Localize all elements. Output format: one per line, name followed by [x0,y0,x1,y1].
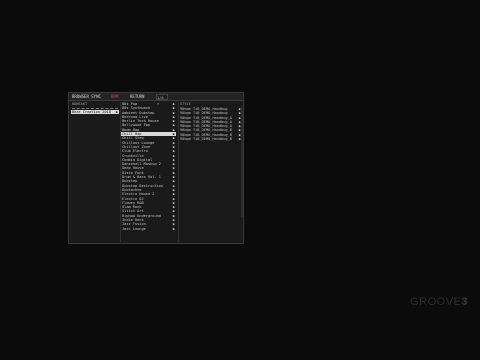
category-item-label: Beat Creation 2018 [72,110,111,114]
browser-toolbar: BROWSER SYNC BPM RETURN 1/8 ▾ [69,93,243,106]
chevron-right-icon: ▶ [115,110,118,114]
watermark-num: 3 [461,296,468,308]
scrollbar[interactable] [241,107,243,217]
tab-bpm[interactable]: BPM [110,94,119,100]
quantize-dropdown[interactable]: 1/8 ▾ [156,94,168,106]
kit-item[interactable]: Jazz Lounge ▶ [121,227,176,231]
chevron-right-icon: ▶ [172,226,175,231]
kit-item-label: Jazz Lounge [122,226,146,231]
divider [72,107,118,109]
pattern-list-column[interactable]: STYLE 90bpm TiB_DEMO_Handbug ▶ 90bpm TiB_D… [178,102,242,242]
watermark-logo: GROOVE3 [410,296,468,308]
category-column: KONTAKT Beat Creation 2018 ▶ [71,102,119,242]
category-item[interactable]: Beat Creation 2018 ▶ [71,110,119,115]
tab-browser-sync[interactable]: BROWSER SYNC [71,94,102,100]
pattern-item[interactable]: 90bpm TiB_DEMO_Handbug_B ▶ [179,137,242,141]
pattern-item-label: 90bpm TiB_DEMO_Handbug_B [180,137,232,142]
watermark-word: GROOVE [410,296,462,308]
video-frame: BROWSER SYNC BPM RETURN 1/8 ▾ KONTAKT Be… [0,0,480,360]
tab-return[interactable]: RETURN [129,94,145,100]
kit-list-column[interactable]: 80s Pop ▶ 80s Synthwave ▶ Ambient Dubstep ▶ Be… [120,102,176,242]
plugin-browser-panel: BROWSER SYNC BPM RETURN 1/8 ▾ KONTAKT Be… [68,92,244,244]
